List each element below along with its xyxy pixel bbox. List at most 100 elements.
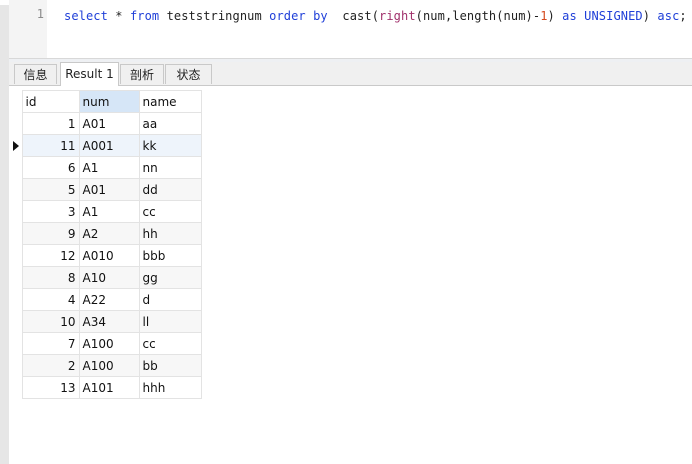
sql-paren-1: (	[371, 9, 380, 23]
sql-space-1	[306, 9, 313, 23]
sql-args-2: (num)-	[496, 9, 541, 23]
cell-num[interactable]: A01	[78, 112, 140, 135]
cell-num[interactable]: A100	[78, 332, 140, 355]
cell-num[interactable]: A2	[78, 222, 140, 245]
cell-id[interactable]: 4	[21, 288, 80, 311]
table-row[interactable]: 2 A100 bb	[11, 354, 202, 377]
fn-cast: cast	[342, 9, 372, 23]
current-row-arrow-icon	[13, 140, 19, 151]
cell-id[interactable]: 3	[21, 200, 80, 223]
cell-num[interactable]: A1	[78, 156, 140, 179]
row-indicator[interactable]	[11, 244, 22, 267]
cell-num[interactable]: A1	[78, 200, 140, 223]
cell-id[interactable]: 12	[21, 244, 80, 267]
cell-name[interactable]: hh	[138, 222, 202, 245]
cell-name[interactable]: aa	[138, 112, 202, 135]
row-indicator[interactable]	[11, 178, 22, 201]
cell-id[interactable]: 6	[21, 156, 80, 179]
sql-paren-2: )	[547, 9, 563, 23]
sql-star: *	[107, 9, 130, 23]
sql-args-1: (num,	[415, 9, 453, 23]
cell-num[interactable]: A34	[78, 310, 140, 333]
tab-info[interactable]: 信息	[14, 64, 57, 84]
table-row[interactable]: 7 A100 cc	[11, 332, 202, 355]
row-indicator[interactable]	[11, 134, 22, 157]
fn-length: length	[452, 9, 497, 23]
result-grid-area[interactable]: id num name 1 A01 aa 11 A001 kk 6 A1 nn 5 A01 dd 3 A1…	[9, 86, 692, 464]
cell-name[interactable]: kk	[138, 134, 202, 157]
cell-num[interactable]: A101	[78, 376, 140, 399]
row-indicator[interactable]	[11, 376, 22, 399]
sql-space-2	[328, 9, 343, 23]
cell-name[interactable]: cc	[138, 200, 202, 223]
cell-num[interactable]: A100	[78, 354, 140, 377]
cell-name[interactable]: dd	[138, 178, 202, 201]
cell-name[interactable]: ll	[138, 310, 202, 333]
tab-result-1[interactable]: Result 1	[60, 62, 119, 86]
kw-select: select	[64, 9, 108, 23]
table-row[interactable]: 3 A1 cc	[11, 200, 202, 223]
column-header-num[interactable]: num	[78, 90, 140, 113]
kw-as: as	[562, 9, 577, 23]
table-row[interactable]: 1 A01 aa	[11, 112, 202, 135]
row-indicator[interactable]	[11, 354, 22, 377]
cell-id[interactable]: 1	[21, 112, 80, 135]
row-indicator[interactable]	[11, 288, 22, 311]
cell-name[interactable]: hhh	[138, 376, 202, 399]
cell-id[interactable]: 11	[21, 134, 80, 157]
tab-status[interactable]: 状态	[165, 64, 212, 84]
cell-id[interactable]: 2	[21, 354, 80, 377]
row-indicator[interactable]	[11, 332, 22, 355]
row-indicator[interactable]	[11, 222, 22, 245]
table-row[interactable]: 11 A001 kk	[11, 134, 202, 157]
cell-id[interactable]: 9	[21, 222, 80, 245]
table-row[interactable]: 12 A010 bbb	[11, 244, 202, 267]
left-panel-edge	[0, 0, 9, 464]
kw-asc: asc	[657, 9, 680, 23]
kw-from: from	[129, 9, 160, 23]
cell-name[interactable]: d	[138, 288, 202, 311]
cell-num[interactable]: A10	[78, 266, 140, 289]
cell-name[interactable]: bb	[138, 354, 202, 377]
cell-name[interactable]: nn	[138, 156, 202, 179]
cell-num[interactable]: A001	[78, 134, 140, 157]
sql-number: 1	[540, 9, 548, 23]
cell-id[interactable]: 5	[21, 178, 80, 201]
row-indicator[interactable]	[11, 310, 22, 333]
grid-body: 1 A01 aa 11 A001 kk 6 A1 nn 5 A01 dd 3 A1 cc 9 A2 hh 12 A01…	[11, 112, 202, 399]
sql-editor[interactable]: 1 select * from teststringnum order by c…	[9, 0, 692, 58]
cell-id[interactable]: 10	[21, 310, 80, 333]
cell-name[interactable]: cc	[138, 332, 202, 355]
row-indicator[interactable]	[11, 266, 22, 289]
row-indicator-header	[11, 90, 22, 113]
result-tabbar: 信息 Result 1 剖析 状态	[9, 62, 692, 86]
cell-name[interactable]: gg	[138, 266, 202, 289]
table-row[interactable]: 4 A22 d	[11, 288, 202, 311]
table-row[interactable]: 13 A101 hhh	[11, 376, 202, 399]
table-row[interactable]: 9 A2 hh	[11, 222, 202, 245]
tab-profile[interactable]: 剖析	[120, 64, 164, 84]
cell-id[interactable]: 8	[21, 266, 80, 289]
kw-order: order	[269, 9, 306, 23]
kw-by: by	[313, 9, 328, 23]
sql-code-line[interactable]: select * from teststringnum order by cas…	[64, 7, 687, 25]
column-header-name[interactable]: name	[138, 90, 202, 113]
cell-num[interactable]: A22	[78, 288, 140, 311]
row-indicator[interactable]	[11, 200, 22, 223]
table-row[interactable]: 10 A34 ll	[11, 310, 202, 333]
cell-name[interactable]: bbb	[138, 244, 202, 267]
column-header-id[interactable]: id	[21, 90, 80, 113]
line-number: 1	[36, 7, 44, 21]
kw-unsigned: UNSIGNED	[584, 9, 643, 23]
cell-num[interactable]: A01	[78, 178, 140, 201]
cell-id[interactable]: 13	[21, 376, 80, 399]
sql-table-name: teststringnum	[159, 9, 270, 23]
cell-id[interactable]: 7	[21, 332, 80, 355]
result-grid: id num name 1 A01 aa 11 A001 kk 6 A1 nn 5 A01 dd 3 A1…	[11, 90, 202, 399]
table-row[interactable]: 6 A1 nn	[11, 156, 202, 179]
table-row[interactable]: 8 A10 gg	[11, 266, 202, 289]
table-row[interactable]: 5 A01 dd	[11, 178, 202, 201]
cell-num[interactable]: A010	[78, 244, 140, 267]
row-indicator[interactable]	[11, 112, 22, 135]
row-indicator[interactable]	[11, 156, 22, 179]
